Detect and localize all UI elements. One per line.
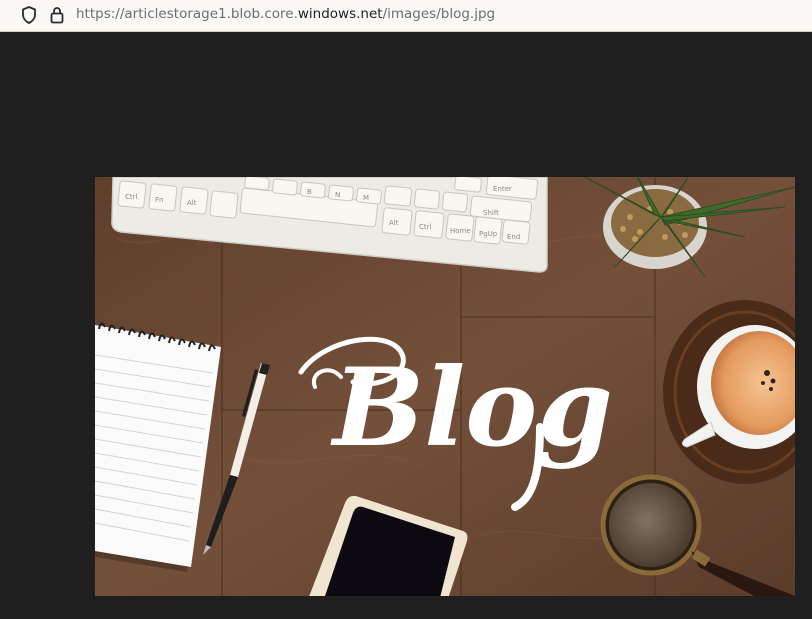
svg-text:Enter: Enter	[493, 185, 512, 193]
svg-text:Home: Home	[450, 227, 471, 235]
svg-text:End: End	[507, 233, 520, 241]
svg-text:Alt: Alt	[389, 219, 399, 227]
image-viewer: Ctrl Fn Alt B N M Enter Shift Alt Ctrl H…	[0, 32, 812, 619]
svg-text:B: B	[307, 188, 312, 196]
svg-text:Alt: Alt	[187, 199, 197, 207]
shield-icon[interactable]	[20, 5, 38, 25]
svg-text:Fn: Fn	[155, 196, 163, 204]
blog-image[interactable]: Ctrl Fn Alt B N M Enter Shift Alt Ctrl H…	[95, 177, 795, 596]
address-bar[interactable]: https://articlestorage1.blob.core.window…	[0, 0, 812, 32]
url-domain: windows.net	[297, 6, 383, 22]
svg-text:N: N	[335, 191, 340, 199]
lock-icon[interactable]	[48, 5, 66, 25]
svg-text:Ctrl: Ctrl	[125, 193, 138, 201]
svg-text:M: M	[363, 194, 369, 202]
blog-text: Blog	[330, 345, 613, 471]
url-text[interactable]: https://articlestorage1.blob.core.window…	[76, 6, 495, 22]
url-suffix: /images/blog.jpg	[382, 6, 496, 22]
svg-text:PgUp: PgUp	[479, 230, 498, 238]
url-prefix: https://articlestorage1.blob.core.	[76, 6, 298, 22]
svg-text:Ctrl: Ctrl	[419, 223, 432, 231]
svg-text:Shift: Shift	[483, 209, 499, 217]
